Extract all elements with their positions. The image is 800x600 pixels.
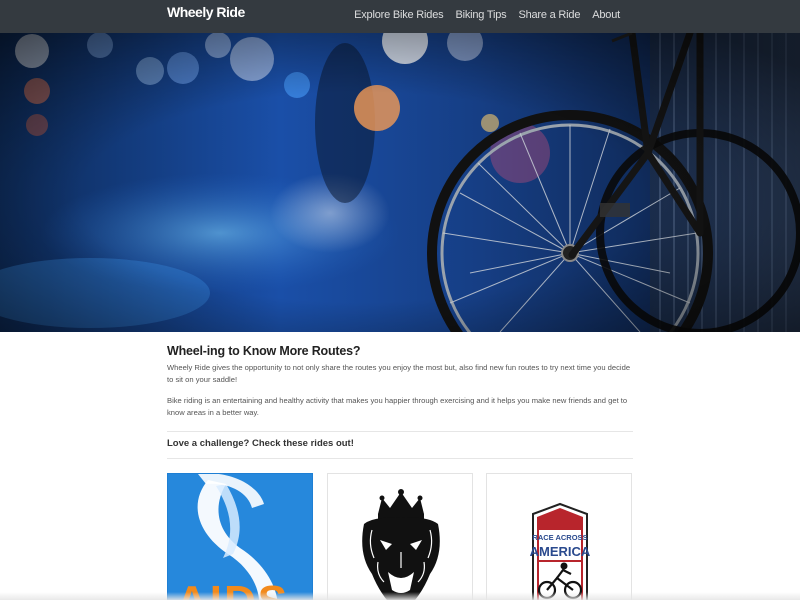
hero-image [0,33,800,332]
intro-paragraph-1: Wheely Ride gives the opportunity to not… [167,363,631,384]
intro-heading: Wheel-ing to Know More Routes? [167,344,361,358]
nav-links: Explore Bike Rides Biking Tips Share a R… [354,9,620,21]
brand-logo[interactable]: Wheely Ride [167,4,245,20]
hero-bicycle-photo [0,33,800,332]
nav-link-about[interactable]: About [592,9,620,21]
challenge-heading: Love a challenge? Check these rides out! [167,438,354,449]
ride-card-race-across-america[interactable]: RACE ACROSS AMERICA [486,473,632,600]
race-text-race-across: RACE ACROSS [532,533,587,542]
bottom-edge-shadow [0,592,800,600]
nav-link-biking-tips[interactable]: Biking Tips [455,9,506,21]
race-across-america-logo: RACE ACROSS AMERICA [487,474,631,600]
aids-ribbon-logo: AIDS [168,474,312,600]
race-text-america: AMERICA [530,544,591,559]
intro-paragraph-2: Bike riding is an entertaining and healt… [167,396,628,417]
divider [167,431,633,432]
nav-link-share-a-ride[interactable]: Share a Ride [518,9,580,21]
ride-cards: AIDS [167,473,633,600]
navbar: Wheely Ride Explore Bike Rides Biking Ti… [0,0,800,33]
ride-card-aids[interactable]: AIDS [167,473,313,600]
ride-card-lion-crest[interactable] [327,473,473,600]
divider [167,458,633,459]
nav-link-explore-bike-rides[interactable]: Explore Bike Rides [354,9,444,21]
lion-crest-logo [328,474,472,600]
